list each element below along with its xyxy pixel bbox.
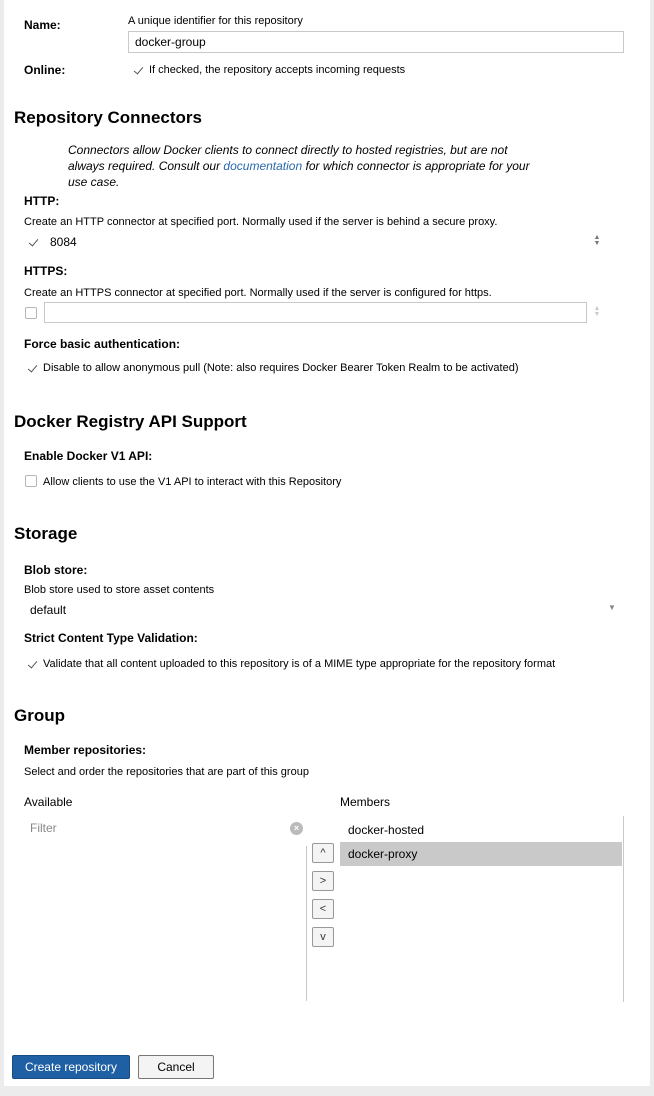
name-help: A unique identifier for this repository [128,15,303,27]
chevron-right-icon: > [319,875,327,887]
online-checkbox[interactable] [133,65,144,76]
connectors-title: Repository Connectors [14,108,202,127]
chevron-down-icon[interactable]: ▼ [608,603,616,612]
name-input-value: docker-group [135,35,206,49]
http-help: Create an HTTP connector at specified po… [24,216,498,228]
chevron-up-icon: ^ [320,847,326,859]
connectors-desc-line3: use case. [68,175,120,189]
https-port-input[interactable] [44,302,587,323]
strict-validation-text: Validate that all content uploaded to th… [43,658,556,670]
blob-store-label: Blob store: [24,563,88,577]
available-header: Available [24,795,73,809]
v1-api-label: Enable Docker V1 API: [24,449,153,463]
filter-input[interactable]: Filter [30,821,57,835]
online-text: If checked, the repository accepts incom… [149,64,406,76]
list-item-label: docker-proxy [348,847,418,861]
cancel-button[interactable]: Cancel [138,1055,214,1079]
https-label: HTTPS: [24,264,68,278]
create-repository-button[interactable]: Create repository [12,1055,130,1079]
connectors-desc-line2-post: for which connector is appropriate for y… [302,159,530,173]
connectors-desc-line2: always required. Consult our documentati… [68,158,588,174]
force-auth-checkbox[interactable] [27,363,38,374]
add-member-button[interactable]: > [312,871,334,891]
http-label: HTTP: [24,194,60,208]
https-help: Create an HTTPS connector at specified p… [24,287,492,299]
http-port-spinner[interactable]: ▲ ▼ [593,234,601,247]
strict-validation-checkbox[interactable] [27,659,38,670]
name-input[interactable]: docker-group [128,31,624,53]
connectors-desc-line1: Connectors allow Docker clients to conne… [68,143,508,157]
members-header: Members [340,795,391,809]
members-list: docker-hosted docker-proxy [340,816,624,1002]
v1-api-text: Allow clients to use the V1 API to inter… [43,476,342,488]
storage-title: Storage [14,524,78,543]
api-support-title: Docker Registry API Support [14,412,247,431]
available-list-border [306,846,307,1001]
connectors-desc-line2-pre: always required. Consult our [68,159,224,173]
blob-store-select[interactable]: default [30,603,66,617]
https-checkbox[interactable] [25,307,37,319]
name-label: Name: [24,18,61,32]
chevron-down-icon: v [320,931,326,943]
remove-member-button[interactable]: < [312,899,334,919]
http-port-input[interactable]: 8084 [50,235,77,249]
online-label: Online: [24,63,66,77]
member-repositories-help: Select and order the repositories that a… [24,766,309,778]
v1-api-checkbox[interactable] [25,475,37,487]
list-item[interactable]: docker-hosted [348,823,424,837]
list-item-selected[interactable]: docker-proxy [340,842,622,866]
strict-validation-label: Strict Content Type Validation: [24,631,198,645]
repository-form: Name: A unique identifier for this repos… [4,0,650,1086]
force-auth-text: Disable to allow anonymous pull (Note: a… [43,362,519,374]
chevron-left-icon: < [319,903,327,915]
group-title: Group [14,706,65,725]
connectors-description: Connectors allow Docker clients to conne… [68,142,588,190]
move-down-button[interactable]: v [312,927,334,947]
blob-store-help: Blob store used to store asset contents [24,584,215,596]
http-checkbox[interactable] [28,237,39,248]
member-repositories-label: Member repositories: [24,743,147,757]
move-up-button[interactable]: ^ [312,843,334,863]
clear-filter-icon[interactable]: × [290,822,303,835]
https-port-spinner[interactable]: ▲ ▼ [593,305,601,318]
documentation-link[interactable]: documentation [223,159,302,173]
force-auth-label: Force basic authentication: [24,337,181,351]
